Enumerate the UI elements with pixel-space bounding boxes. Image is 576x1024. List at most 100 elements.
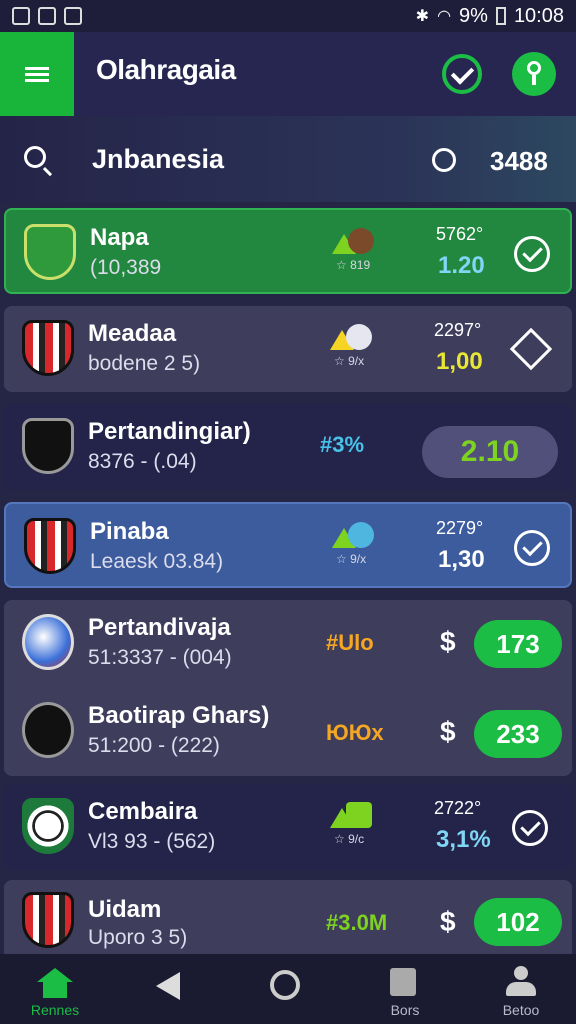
app-title: Olahragaia [96,54,236,85]
bet-amount: ЮЮх [326,720,384,745]
wifi-icon: ◠ [437,8,452,25]
team-name: Pertandivaja [88,614,231,641]
odds-count: 2297° [434,320,482,340]
back-icon [156,972,180,1000]
match-card[interactable]: Meadaa bodene 2 5) ☆ 9/x 2297° 1,00 [4,306,572,392]
notification-icon [38,7,56,25]
team-info: 51:3337 - (004) [88,646,232,669]
trend-icon: ☆ 9/x [330,324,378,372]
team-name: Pinaba [90,518,169,545]
match-card[interactable]: Pinaba Leaesk 03.84) ☆ 9/x 2279° 1,30 [4,502,572,588]
team-logo [22,614,74,670]
match-card[interactable]: Pertandingiar) 8376 - (.04) #3% 2.10 [4,404,572,490]
odds-value: 1,30 [438,546,485,573]
dollar-icon: $ [440,906,456,937]
match-card[interactable]: Cembaira Vl3 93 - (562) ☆ 9/c 2722° 3,1% [4,784,572,870]
odds-count: 2279° [436,518,484,538]
odds-pill[interactable]: 233 [474,710,562,758]
team-name: Meadaa [88,320,177,347]
status-bar-right: ✱ ◠ 9% 10:08 [416,5,564,28]
bet-amount: #Ulo [326,630,374,655]
team-info: Vl3 93 - (562) [88,830,216,853]
odds-value: 1,00 [436,348,483,375]
bottom-nav: Rennes Bors Betoo [0,954,576,1024]
odds-pill[interactable]: 2.10 [422,426,558,478]
trend-icon: ☆ 9/c [330,802,378,850]
trend-icon: ☆ 819 [332,228,380,276]
nav-home[interactable]: Rennes [0,954,110,1024]
check-icon[interactable] [514,236,550,272]
team-logo [22,702,74,758]
battery-level: 9% [459,4,488,27]
match-card-group: Pertandivaja 51:3337 - (004) #Ulo $ 173 … [4,600,572,776]
odds-count: 5762° [436,224,484,244]
odds-count: 2722° [434,798,482,818]
home-icon [37,968,73,998]
dollar-icon: $ [440,626,456,657]
dollar-icon: $ [440,716,456,747]
cube-icon[interactable] [509,327,553,371]
team-logo [22,418,74,474]
menu-button[interactable] [0,32,74,116]
trend-percent: ☆ 9/c [334,832,365,846]
team-logo [22,892,74,948]
team-logo [24,224,76,280]
team-info: 8376 - (.04) [88,450,197,473]
team-name: Baotirap Ghars) [88,702,270,729]
match-card[interactable]: Uidam Uporo 3 5) #3.0M $ 102 [4,880,572,954]
bet-amount: #3.0M [326,910,388,935]
trend-percent: ☆ 9/x [334,354,365,368]
match-row[interactable]: Pertandivaja 51:3337 - (004) #Ulo $ 173 [4,600,572,688]
app-bar: Olahragaia [0,32,576,116]
bluetooth-icon: ✱ [415,8,430,25]
user-icon [506,966,536,996]
box-icon [390,968,416,996]
team-name: Napa [90,224,149,251]
check-icon[interactable] [514,530,550,566]
notification-icon [12,7,30,25]
clock: 10:08 [513,4,564,27]
search-bar[interactable]: Jnbanesia 3488 [0,116,576,202]
battery-icon [495,7,506,25]
team-name: Uidam [88,896,162,923]
nav-betoo[interactable]: Betoo [466,954,576,1024]
circle-icon [270,970,300,1000]
status-bar-left [12,7,82,25]
odds-value: 1.20 [438,252,485,279]
search-result-count: 3488 [490,146,548,176]
nav-home-circle[interactable] [232,954,342,1024]
nav-back[interactable] [116,954,226,1024]
team-info: Uporo 3 5) [88,926,188,949]
search-input[interactable]: Jnbanesia [92,144,224,175]
nav-bors-label: Bors [390,1002,420,1018]
trend-percent: ☆ 9/x [336,552,367,566]
match-row[interactable]: Baotirap Ghars) 51:200 - (222) ЮЮх $ 233 [4,688,572,776]
location-pin-button[interactable] [512,52,556,96]
match-card[interactable]: Napa (10,389 ☆ 819 5762° 1.20 [4,208,572,294]
trend-percent: ☆ 819 [336,258,371,272]
percentage: #3% [320,432,365,457]
team-logo [22,320,74,376]
odds-pill[interactable]: 173 [474,620,562,668]
team-info: 51:200 - (222) [88,734,220,757]
nav-bors[interactable]: Bors [350,954,460,1024]
check-icon[interactable] [512,810,548,846]
image-icon [64,7,82,25]
check-circle-icon[interactable] [442,54,482,94]
team-info: bodene 2 5) [88,352,201,375]
nav-betoo-label: Betoo [502,1002,540,1018]
hamburger-icon [25,64,49,85]
odds-pill[interactable]: 102 [474,898,562,946]
nav-home-label: Rennes [30,1002,80,1018]
trend-icon: ☆ 9/x [332,522,380,570]
team-info: Leaesk 03.84) [90,550,224,573]
search-filter-icon[interactable] [432,148,456,172]
team-logo [22,798,74,854]
team-name: Pertandingiar) [88,418,251,445]
status-bar: ✱ ◠ 9% 10:08 [0,0,576,32]
search-icon[interactable] [24,146,46,168]
team-name: Cembaira [88,798,198,825]
odds-value: 3,1% [436,826,491,853]
team-info: (10,389 [90,256,162,279]
team-logo [24,518,76,574]
